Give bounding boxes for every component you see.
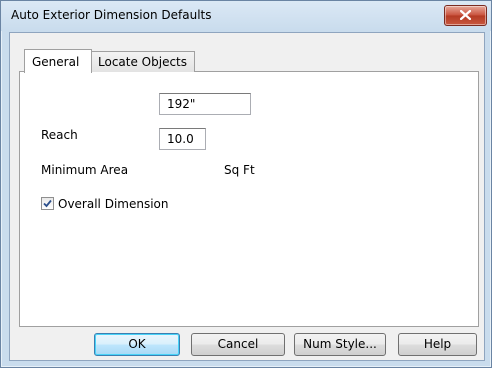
ok-button[interactable]: OK [94,333,180,356]
dialog-client-area: General Locate Objects Reach 192" Minimu… [9,32,485,361]
overall-dimension-label[interactable]: Overall Dimension [58,197,168,211]
help-button[interactable]: Help [398,333,477,356]
reach-input[interactable]: 192" [159,93,251,115]
tab-locate-objects-label: Locate Objects [98,55,188,69]
close-icon [460,10,471,20]
tab-general-label: General [32,55,80,69]
tab-general[interactable]: General [24,49,92,73]
overall-dimension-checkbox[interactable] [41,197,54,210]
cancel-button[interactable]: Cancel [191,333,285,356]
reach-label: Reach [41,128,78,142]
minimum-area-input[interactable]: 10.0 [159,128,206,150]
minimum-area-label: Minimum Area [41,163,129,177]
checkmark-icon [43,199,52,208]
num-style-button[interactable]: Num Style... [294,333,386,356]
window-title: Auto Exterior Dimension Defaults [11,8,212,22]
dialog-window: Auto Exterior Dimension Defaults General… [0,0,492,368]
tab-locate-objects[interactable]: Locate Objects [91,51,195,72]
minimum-area-unit: Sq Ft [224,163,255,177]
title-bar[interactable]: Auto Exterior Dimension Defaults [1,1,491,31]
close-button[interactable] [444,5,487,26]
